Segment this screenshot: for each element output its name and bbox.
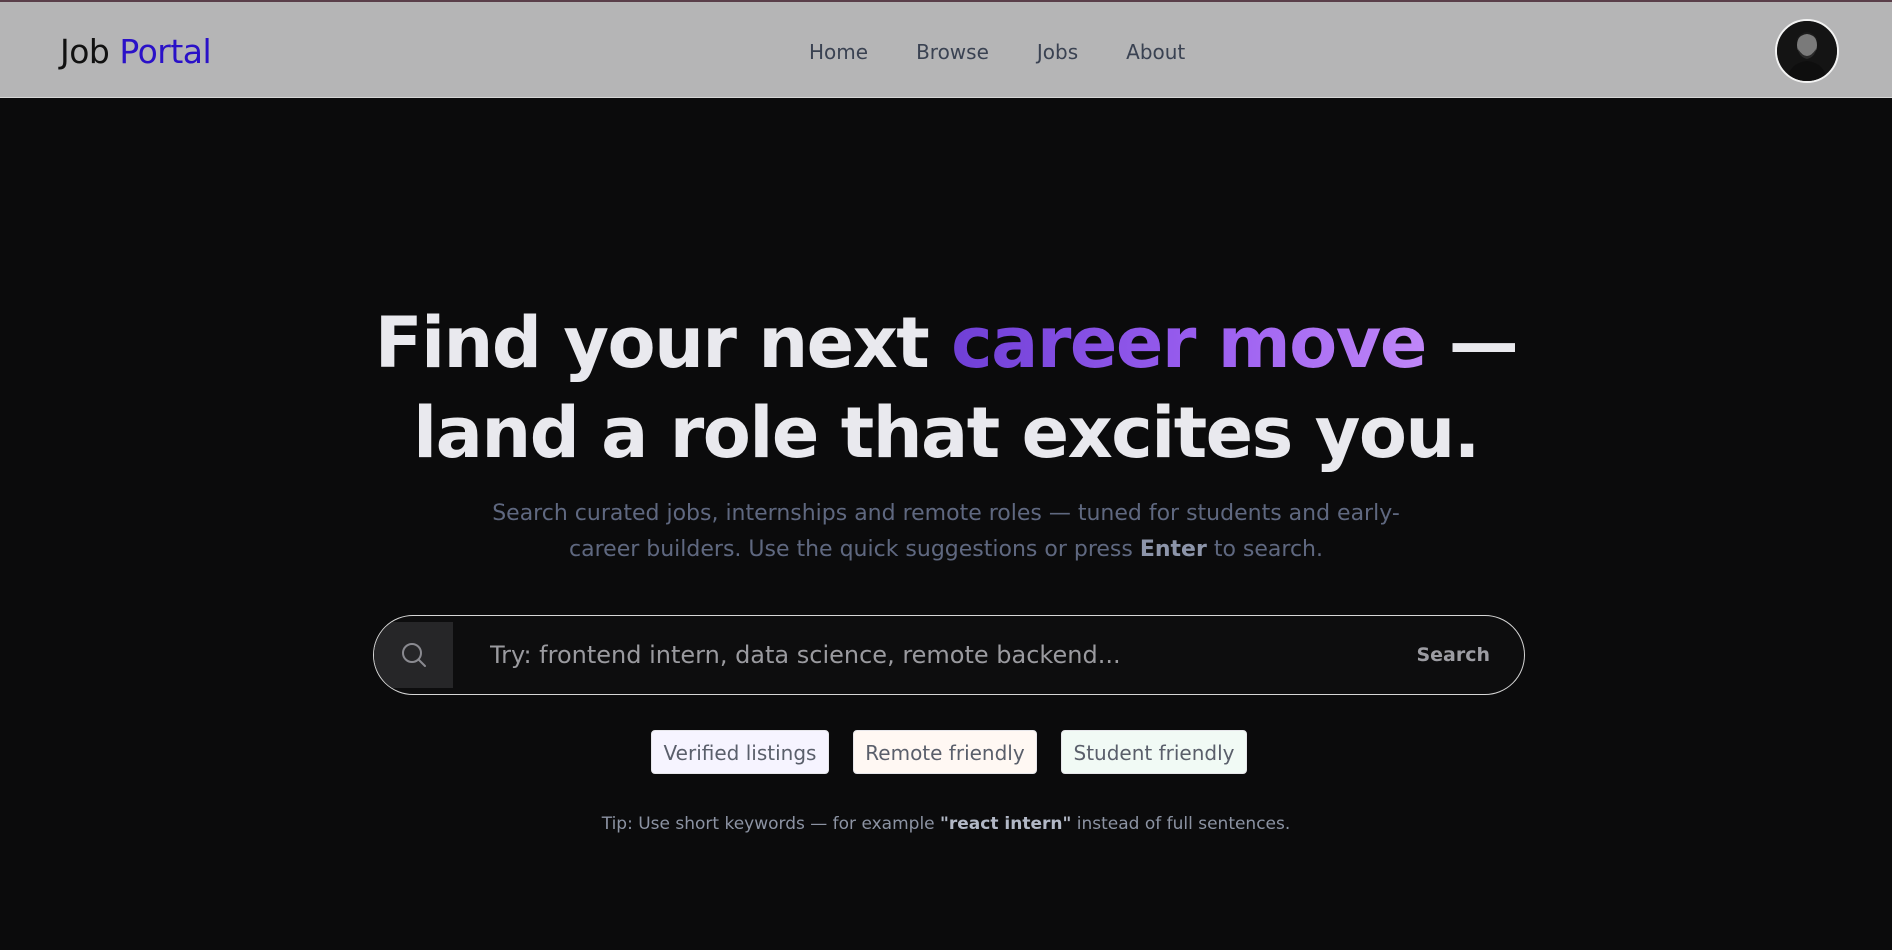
hero-headline: Find your next career move — land a role…: [0, 298, 1892, 478]
user-avatar[interactable]: [1775, 19, 1839, 83]
nav-link-browse[interactable]: Browse: [916, 39, 989, 65]
main-nav: Home Browse Jobs About: [809, 39, 1185, 65]
tip-text-2: instead of full sentences.: [1071, 814, 1291, 834]
chip-student-friendly[interactable]: Student friendly: [1061, 730, 1247, 774]
search-icon-container: [374, 622, 453, 688]
search-bar: Search: [373, 615, 1525, 695]
tip-text-1: Tip: Use short keywords — for example: [601, 814, 941, 834]
navbar: Job Portal Home Browse Jobs About: [0, 2, 1892, 98]
user-avatar-icon: [1777, 21, 1837, 81]
nav-link-home[interactable]: Home: [809, 39, 868, 65]
search-input[interactable]: [488, 630, 1348, 680]
logo-text-portal: Portal: [119, 32, 212, 71]
subtitle-enter-key: Enter: [1139, 537, 1207, 562]
headline-highlight: career move: [951, 302, 1427, 384]
headline-line-2: land a role that excites you.: [413, 392, 1480, 474]
subtitle-text-2: to search.: [1206, 537, 1323, 562]
hero-subtitle: Search curated jobs, internships and rem…: [460, 496, 1432, 568]
search-icon: [401, 643, 426, 667]
nav-link-about[interactable]: About: [1126, 39, 1185, 65]
logo[interactable]: Job Portal: [60, 32, 212, 72]
nav-link-jobs[interactable]: Jobs: [1037, 39, 1078, 65]
search-button[interactable]: Search: [1416, 642, 1490, 668]
tip-example: "react intern": [940, 814, 1072, 834]
chip-remote-friendly[interactable]: Remote friendly: [853, 730, 1037, 774]
logo-text-job: Job: [60, 32, 110, 71]
headline-text-2: —: [1425, 302, 1519, 384]
chip-verified-listings[interactable]: Verified listings: [651, 730, 829, 774]
search-tip: Tip: Use short keywords — for example "r…: [0, 813, 1892, 835]
headline-text-1: Find your next: [374, 302, 952, 384]
